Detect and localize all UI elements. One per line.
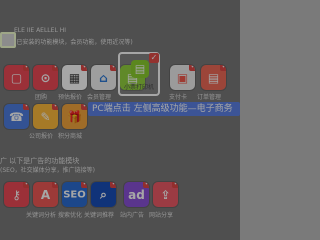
highlight-label: 小票打印机 (123, 84, 154, 91)
check-icon: ✓ (189, 65, 195, 71)
row1-card-tile[interactable]: ▣ ✓ (170, 65, 195, 90)
check-icon: ✓ (110, 65, 116, 71)
row1-t-tile[interactable]: ⊙ ✓ (33, 65, 58, 90)
top-line-1: ELE IIE AELLEL HI (14, 27, 66, 34)
top-line-2: (已安装的功能模块，会员功能，使用近况等) (14, 39, 133, 46)
row1-page-tile[interactable]: ▢ ✓ (4, 65, 29, 90)
t-icon: ⊙ (40, 70, 51, 85)
check-icon: ✓ (81, 182, 87, 188)
row2-phone-tile[interactable]: ☎ ✓ (4, 104, 29, 129)
row2-label-3: 积分商城 (57, 133, 82, 140)
section2-line2: (SEO，社交媒体分享，推广链接等) (0, 167, 96, 174)
check-icon: ✓ (143, 182, 149, 188)
row3-mag-tile[interactable]: ⌕ ✓ (91, 182, 116, 207)
share-icon: ⇪ (160, 187, 171, 202)
store-icon: ⌂ (99, 70, 108, 85)
tooltip-callout: PC端点击 左侧高级功能—电子商务 (88, 102, 240, 116)
seo-icon: SEO (63, 189, 86, 200)
row2-gift-tile[interactable]: 🎁 ✓ (62, 104, 87, 129)
check-icon: ✓ (23, 104, 29, 110)
printer-icon: ▤ (134, 62, 146, 76)
row2-tag-tile[interactable]: ✎ ✓ (33, 104, 58, 129)
tag-icon: ✎ (40, 109, 51, 124)
highlighted-module[interactable]: ▤ ✓ 小票打印机 (118, 52, 160, 96)
highlight-tile[interactable]: ▤ (131, 60, 149, 78)
gift-icon: 🎁 (67, 109, 82, 124)
card-icon: ▣ (176, 70, 189, 85)
check-icon: ✓ (52, 182, 58, 188)
row3-a-tile[interactable]: A ✓ (33, 182, 58, 207)
row3-share-tile[interactable]: ⇪ ✓ (153, 182, 178, 207)
calc-icon: ▦ (68, 70, 81, 85)
row3-label-5: 网站分享 (148, 212, 173, 219)
check-icon: ✓ (23, 182, 29, 188)
check-icon: ✓ (110, 182, 116, 188)
row1-label-4: 会员管理 (86, 94, 111, 101)
row3-ad-tile[interactable]: ad ✓ (124, 182, 149, 207)
row1-store-tile[interactable]: ⌂ ✓ (91, 65, 116, 90)
phone-icon: ☎ (9, 109, 24, 124)
check-icon: ✓ (220, 65, 226, 71)
check-icon: ✓ (81, 65, 87, 71)
check-icon: ✓ (149, 53, 159, 63)
check-icon: ✓ (172, 182, 178, 188)
mag-icon: ⌕ (100, 187, 107, 201)
check-icon: ✓ (23, 65, 29, 71)
app-window: ELE IIE AELLEL HI (已安装的功能模块，会员功能，使用近况等) … (0, 0, 240, 240)
ad-icon: ad (128, 187, 145, 202)
page-icon: ▢ (10, 70, 23, 85)
order-icon: ▤ (207, 70, 220, 85)
row1-label-7: 订单管理 (196, 94, 221, 101)
check-icon: ✓ (52, 65, 58, 71)
row1-calc-tile[interactable]: ▦ ✓ (62, 65, 87, 90)
row1-order-tile[interactable]: ▤ ✓ (201, 65, 226, 90)
a-icon: A (40, 187, 51, 202)
row3-key-tile[interactable]: ⚷ ✓ (4, 182, 29, 207)
check-icon: ✓ (52, 104, 58, 110)
key-icon: ⚷ (12, 187, 21, 202)
row3-seo-tile[interactable]: SEO ✓ (62, 182, 87, 207)
check-icon: ✓ (81, 104, 87, 110)
